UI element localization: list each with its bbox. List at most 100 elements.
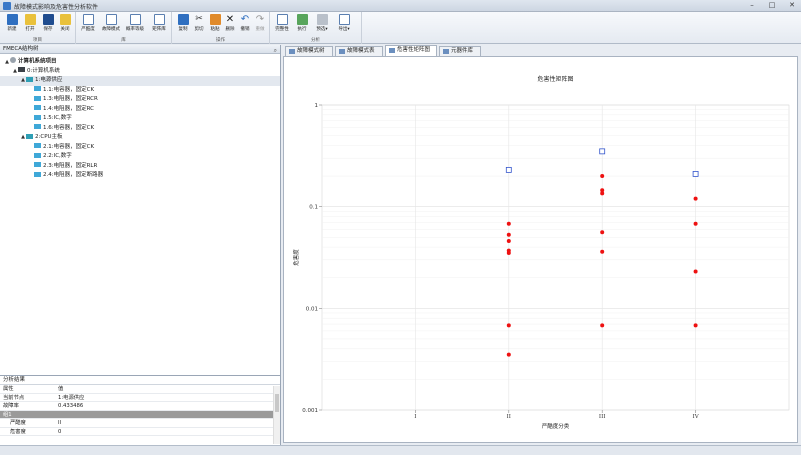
data-point-circle [600, 230, 605, 235]
data-point-circle [506, 251, 511, 256]
open-button[interactable]: 打开 [20, 14, 40, 34]
integrity-button[interactable]: 完整性 [272, 14, 292, 34]
x-tick-label: II [507, 414, 511, 420]
tree-node[interactable]: ▲ 0:计算机系统 [0, 67, 280, 77]
tab-label: 危害性矩阵图 [397, 47, 431, 53]
data-point-circle [693, 196, 698, 201]
tree-node-label: 2:CPU主板 [35, 134, 63, 140]
window-title: 故障模式影响及危害性分析软件 [14, 4, 99, 11]
tree-panel-title: FMECA结构树 [3, 46, 39, 52]
data-point-square [599, 148, 606, 155]
delete-x-icon: ✕ [225, 14, 235, 25]
component-icon [34, 162, 41, 167]
tree-node-label: 0:计算机系统 [27, 67, 60, 74]
tree-node[interactable]: 1.1:电容器，固定CK [0, 86, 280, 96]
redo-button[interactable]: ↷ 重做 [250, 14, 270, 34]
minimize-icon[interactable]: – [747, 1, 757, 10]
property-value: II [58, 420, 62, 426]
scissors-icon: ✂ [195, 14, 203, 24]
new-file-icon [6, 14, 18, 25]
structure-tree-panel: FMECA结构树 ⌕ ▲ 计算机系统项目 ▲ 0:计算机系统 ▲ 1:电源供应 1.1:电容… [0, 45, 281, 375]
close-icon[interactable]: ✕ [787, 1, 797, 10]
property-key: 当前节点 [3, 394, 25, 401]
component-icon [34, 171, 41, 177]
tree-node[interactable]: ▲ 计算机系统项目 [0, 57, 280, 67]
severity-library-icon [82, 14, 94, 25]
window-controls: – □ ✕ [747, 1, 797, 10]
tree-node-label: 1.3:电阻器，固定RCR [43, 96, 98, 102]
matrix-library-button[interactable]: 矩阵库 [148, 14, 170, 34]
ribbon-group-project: 新建 打开 保存 关闭 项目 [0, 12, 76, 44]
chart-title: 危害性矩阵图 [537, 75, 573, 83]
severity-button[interactable]: 严酷度 [77, 14, 99, 34]
property-row[interactable]: 组1 [0, 410, 280, 419]
y-tick-label: 0.001 [302, 408, 318, 414]
probability-library-icon [129, 14, 141, 25]
data-point-circle [506, 221, 511, 226]
tab-0[interactable]: 故障模式树 [285, 46, 333, 56]
component-icon [34, 143, 41, 148]
fmeca-tree: ▲ 计算机系统项目 ▲ 0:计算机系统 ▲ 1:电源供应 1.1:电容器，固定CK 1.3:电… [0, 54, 280, 181]
property-row[interactable]: 当前节点 1:电源供应 [0, 394, 280, 402]
new-button[interactable]: 新建 [2, 14, 22, 34]
x-tick-label: IV [693, 414, 700, 420]
preselect-button[interactable]: 预选▾ [312, 14, 332, 34]
property-row[interactable]: 危害度 0 [0, 428, 280, 436]
tree-node[interactable]: 1.6:电容器，固定CK [0, 124, 280, 134]
y-tick-label: 0.1 [309, 205, 318, 211]
tree-node[interactable]: 2.2:IC,数字 [0, 152, 280, 162]
data-point-circle [506, 232, 511, 237]
tree-node[interactable]: 1.4:电阻器，固定RC [0, 105, 280, 115]
tab-label: 故障模式表 [347, 48, 375, 54]
tab-3[interactable]: 元器件库 [439, 46, 481, 56]
export-button[interactable]: 导出▾ [334, 14, 354, 34]
component-icon [34, 114, 41, 120]
property-row[interactable]: 严酷度 II [0, 419, 280, 428]
property-row[interactable]: 属性 值 [0, 385, 280, 394]
data-point-circle [600, 191, 605, 196]
data-point-circle [693, 323, 698, 328]
component-icon [34, 105, 41, 110]
ribbon-group-label: 分析 [311, 38, 320, 43]
tree-node[interactable]: ▲ 1:电源供应 [0, 76, 280, 86]
tree-node[interactable]: 2.4:电阻器，固定断路器 [0, 171, 280, 181]
maximize-icon[interactable]: □ [767, 1, 777, 10]
data-point-square [505, 166, 512, 173]
paste-icon [209, 14, 221, 25]
tree-node[interactable]: 2.3:电阻器，固定RLR [0, 162, 280, 172]
ribbon-group-label: 项目 [33, 38, 42, 43]
close-project-button[interactable]: 关闭 [55, 14, 75, 34]
property-key: 危害度 [10, 428, 26, 435]
failure-mode-button[interactable]: 故障模式 [100, 14, 122, 34]
component-icon [26, 133, 33, 139]
tab-1[interactable]: 故障模式表 [335, 46, 383, 56]
tab-2[interactable]: 危害性矩阵图 [385, 45, 437, 56]
tab-icon [339, 49, 345, 54]
results-scrollbar[interactable] [273, 386, 280, 444]
property-value: 值 [58, 386, 64, 392]
component-icon [34, 95, 41, 101]
tree-node[interactable]: ▲ 2:CPU主板 [0, 133, 280, 143]
tree-node-label: 2.2:IC,数字 [43, 153, 72, 159]
tab-icon [443, 49, 449, 54]
tree-node-label: 2.4:电阻器，固定断路器 [43, 172, 104, 178]
ribbon-toolbar: 新建 打开 保存 关闭 项目 严酷度 故障模式 概率等级 矩阵库 库 复制 ✂ 剪… [0, 12, 801, 44]
probability-level-button[interactable]: 概率等级 [124, 14, 146, 34]
tree-node[interactable]: 2.1:电容器，固定CK [0, 143, 280, 153]
tree-node[interactable]: 1.3:电阻器，固定RCR [0, 95, 280, 105]
data-point-circle [600, 249, 605, 254]
tree-node-label: 2.1:电容器，固定CK [43, 143, 95, 150]
analysis-results-panel: 分析结果 属性 值当前节点 1:电源供应 故障率 0.433486 组1 严酷度 II 危害度 0 [0, 375, 281, 445]
app-icon [3, 2, 11, 10]
property-row[interactable]: 故障率 0.433486 [0, 402, 280, 411]
preselect-icon [316, 14, 328, 25]
tree-node[interactable]: 1.5:IC,数字 [0, 114, 280, 124]
ribbon-group-label: 库 [121, 38, 126, 43]
data-point-square [692, 171, 699, 177]
undo-icon: ↶ [240, 14, 250, 25]
execute-button[interactable]: 执行 [292, 14, 312, 34]
scrollbar-thumb[interactable] [275, 394, 279, 412]
property-key: 故障率 [3, 403, 19, 409]
tree-node-label: 计算机系统项目 [18, 58, 57, 65]
redo-icon: ↷ [255, 14, 265, 25]
